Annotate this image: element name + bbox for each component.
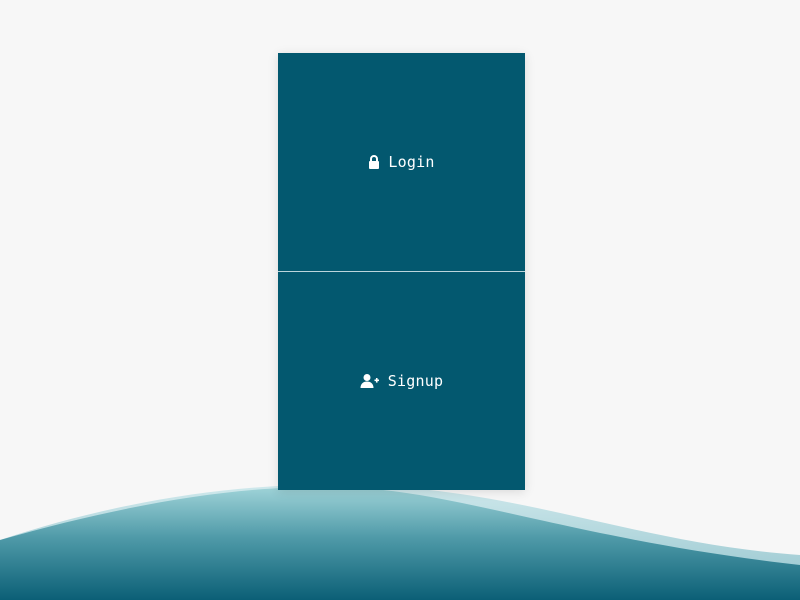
page: Login Signup bbox=[0, 0, 800, 600]
signup-button[interactable]: Signup bbox=[278, 272, 525, 490]
lock-icon bbox=[368, 155, 380, 169]
signup-label: Signup bbox=[387, 372, 444, 390]
auth-panel: Login Signup bbox=[278, 53, 525, 490]
divider bbox=[278, 271, 525, 272]
login-label: Login bbox=[388, 153, 435, 171]
login-button[interactable]: Login bbox=[278, 53, 525, 271]
user-plus-icon bbox=[360, 373, 380, 389]
